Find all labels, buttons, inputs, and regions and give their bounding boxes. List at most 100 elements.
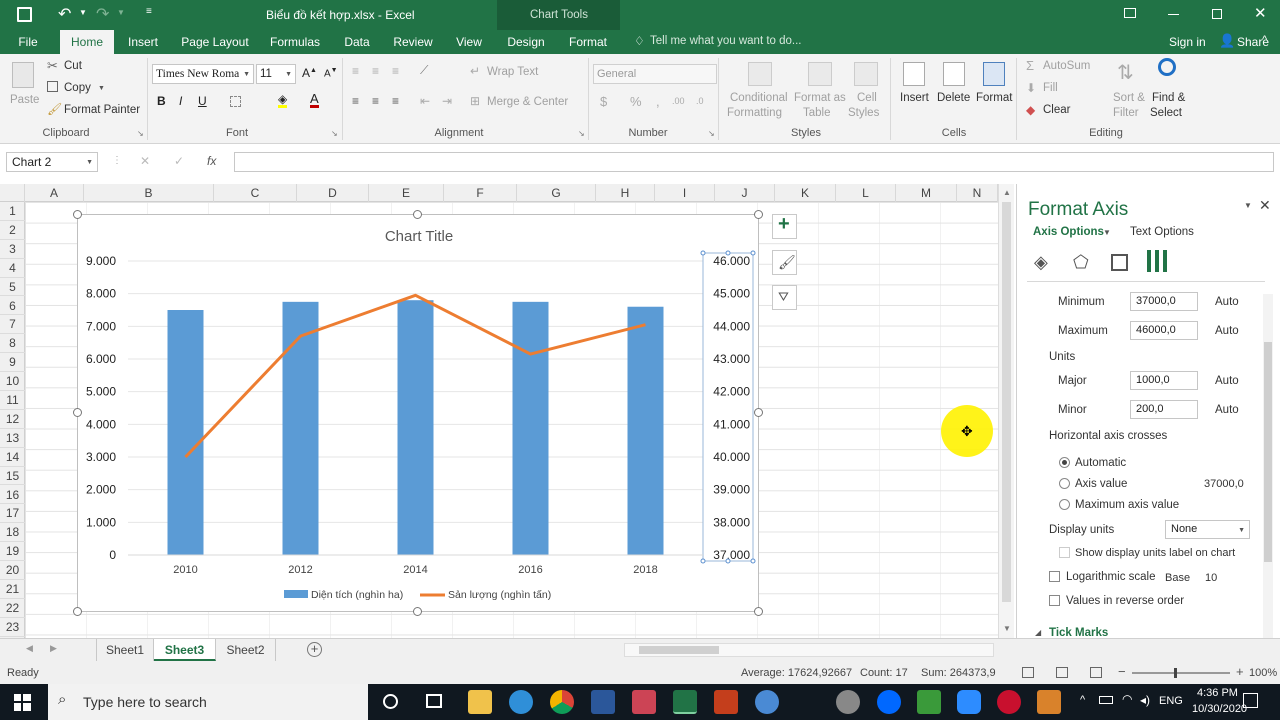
alignment-launcher-icon[interactable]: ↘ (578, 129, 585, 138)
row-header[interactable]: 6 (0, 297, 25, 316)
clock-date[interactable]: 10/30/2020 (1192, 703, 1247, 715)
zoom-in-icon[interactable]: + (1236, 664, 1244, 679)
minimum-input[interactable]: 37000,0 (1130, 292, 1198, 311)
sign-in-link[interactable]: Sign in (1169, 35, 1206, 49)
app-icon[interactable] (997, 690, 1021, 714)
minimize-icon[interactable] (1168, 14, 1179, 15)
page-layout-view-icon[interactable] (1056, 667, 1068, 678)
align-bottom-icon[interactable]: ≡ (392, 64, 399, 78)
sort-filter-button[interactable]: Sort & (1113, 92, 1145, 104)
copy-button[interactable]: Copy (64, 82, 91, 94)
fill-color-icon[interactable]: ◈ (278, 93, 288, 108)
cancel-formula-icon[interactable]: ✕ (140, 154, 150, 168)
page-break-view-icon[interactable] (1090, 667, 1102, 678)
pane-close-icon[interactable]: ✕ (1259, 197, 1271, 214)
row-header[interactable]: 9 (0, 353, 25, 373)
chart-styles-button[interactable]: 🖌 (772, 250, 797, 275)
column-header[interactable]: N (957, 184, 998, 202)
axis-options-tab[interactable]: Axis Options (1033, 226, 1104, 238)
cell-styles-button[interactable]: Cell (857, 92, 877, 104)
volume-icon[interactable]: ◂) (1140, 693, 1150, 707)
app-icon[interactable] (917, 690, 941, 714)
format-cells-button[interactable]: Format (976, 92, 1012, 104)
resize-handle[interactable] (754, 408, 763, 417)
effects-icon[interactable]: ⬠ (1073, 252, 1089, 273)
app-icon[interactable] (1037, 690, 1061, 714)
font-size-box[interactable]: 11 ▼ (256, 64, 296, 84)
tab-home[interactable]: Home (60, 30, 114, 54)
column-header[interactable]: B (84, 184, 214, 202)
font-launcher-icon[interactable]: ↘ (331, 129, 338, 138)
font-size-dropdown-icon[interactable]: ▼ (285, 66, 292, 84)
row-header[interactable]: 8 (0, 334, 25, 354)
zoom-app-icon[interactable] (957, 690, 981, 714)
column-header[interactable]: J (715, 184, 775, 202)
tell-me-box[interactable]: Tell me what you want to do... (650, 35, 802, 47)
font-name-dropdown-icon[interactable]: ▼ (243, 66, 250, 84)
show-units-label-checkbox[interactable] (1059, 547, 1070, 558)
tick-marks-expand-icon[interactable]: ◢ (1035, 628, 1041, 637)
increase-decimal-icon[interactable]: .00 (672, 96, 685, 106)
italic-icon[interactable]: I (179, 94, 182, 108)
column-header[interactable]: A (25, 184, 84, 202)
clipboard-launcher-icon[interactable]: ↘ (137, 129, 144, 138)
clear-button[interactable]: Clear (1043, 104, 1070, 116)
align-center-icon[interactable]: ≡ (372, 94, 379, 108)
row-header[interactable]: 1 (0, 202, 25, 221)
resize-handle[interactable] (413, 210, 422, 219)
tab-data[interactable]: Data (338, 30, 376, 54)
row-header[interactable]: 7 (0, 315, 25, 335)
align-top-icon[interactable]: ≡ (352, 64, 359, 78)
column-header[interactable]: F (444, 184, 517, 202)
save-icon[interactable] (17, 7, 32, 22)
row-header[interactable]: 11 (0, 391, 25, 410)
row-header[interactable]: 4 (0, 259, 25, 278)
notifications-icon[interactable] (1243, 693, 1258, 708)
row-header[interactable]: 13 (0, 429, 25, 448)
name-box[interactable]: Chart 2 ▼ (6, 152, 98, 172)
column-header[interactable]: K (775, 184, 836, 202)
row-header[interactable]: 5 (0, 278, 25, 297)
row-header[interactable]: 19 (0, 542, 25, 562)
column-header[interactable]: I (655, 184, 715, 202)
percent-icon[interactable]: % (630, 94, 642, 109)
clock-time[interactable]: 4:36 PM (1197, 687, 1238, 699)
insert-cells-button[interactable]: Insert (900, 92, 929, 104)
delete-cells-button[interactable]: Delete (937, 92, 970, 104)
resize-handle[interactable] (413, 607, 422, 616)
display-units-select[interactable]: None ▼ (1165, 520, 1250, 539)
sheet-tab-sheet3[interactable]: Sheet3 (154, 639, 216, 661)
customize-qat-icon[interactable]: ≡ (146, 6, 152, 17)
currency-icon[interactable]: $ (600, 94, 607, 109)
row-header[interactable]: 20 (0, 561, 25, 580)
axis-value-input[interactable]: 37000,0 (1204, 478, 1244, 490)
row-header[interactable]: 12 (0, 410, 25, 429)
row-header[interactable]: 14 (0, 448, 25, 467)
tray-chevron-icon[interactable]: ^ (1080, 694, 1085, 706)
sheet-tab-sheet1[interactable]: Sheet1 (96, 639, 154, 661)
row-header[interactable]: 22 (0, 599, 25, 618)
redo-icon[interactable]: ↷ (96, 4, 109, 24)
horizontal-scrollbar[interactable] (624, 643, 994, 657)
fill-button[interactable]: Fill (1043, 82, 1058, 94)
minor-auto-button[interactable]: Auto (1215, 404, 1239, 416)
tab-view[interactable]: View (450, 30, 488, 54)
paste-icon[interactable] (12, 62, 34, 88)
maximum-auto-button[interactable]: Auto (1215, 325, 1239, 337)
cortana-icon[interactable] (383, 694, 398, 709)
zoom-slider-thumb[interactable] (1174, 668, 1177, 678)
tab-file[interactable]: File (8, 30, 48, 54)
ribbon-display-icon[interactable] (1124, 8, 1136, 18)
pane-options-dropdown-icon[interactable]: ▼ (1244, 201, 1252, 210)
column-header[interactable]: E (369, 184, 444, 202)
word-icon[interactable] (591, 690, 615, 714)
normal-view-icon[interactable] (1022, 667, 1034, 678)
zalo-icon[interactable] (877, 690, 901, 714)
redo-dropdown-icon[interactable]: ▼ (117, 8, 125, 17)
hscroll-thumb[interactable] (639, 646, 719, 654)
enter-formula-icon[interactable]: ✓ (174, 154, 184, 168)
cut-button[interactable]: Cut (64, 60, 82, 72)
row-header[interactable]: 2 (0, 221, 25, 240)
app-icon[interactable] (755, 690, 779, 714)
conditional-formatting-button[interactable]: Conditional (730, 92, 788, 104)
